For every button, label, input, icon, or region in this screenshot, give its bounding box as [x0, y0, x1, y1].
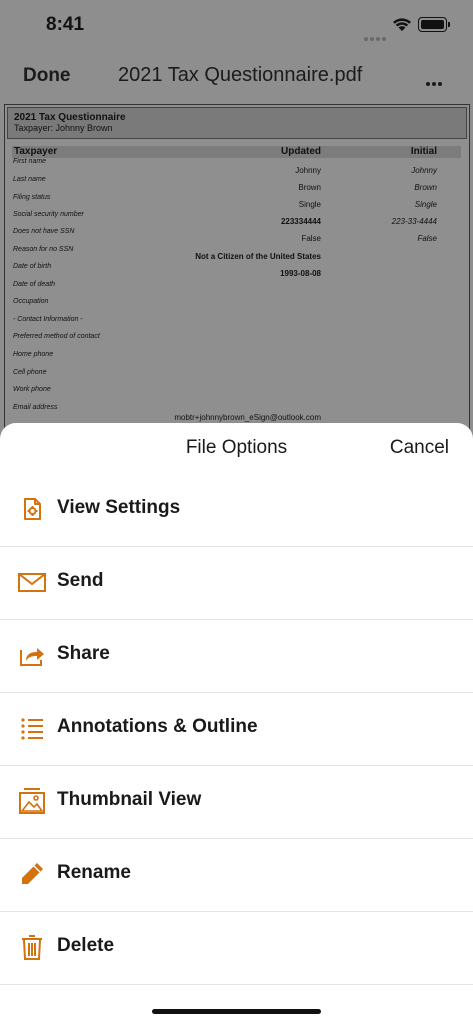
- option-label: Delete: [57, 935, 115, 956]
- row-label: - Contact Information -: [13, 316, 83, 323]
- pdf-row: Reason for no SSN Not a Citizen of the U…: [5, 246, 469, 262]
- option-label: Rename: [57, 862, 131, 883]
- envelope-icon: [18, 573, 46, 592]
- row-label: Work phone: [13, 386, 51, 393]
- pdf-row: Date of death: [5, 281, 469, 297]
- row-label: Filing status: [13, 194, 51, 201]
- image-icon: [19, 788, 45, 814]
- pdf-title: 2021 Tax Questionnaire: [14, 112, 126, 123]
- row-initial-value: Johnny: [411, 166, 437, 175]
- pdf-row: Email address mobtr+johnnybrown_eSign@ou…: [5, 404, 469, 422]
- pdf-subtitle: Taxpayer: Johnny Brown: [14, 123, 113, 133]
- row-updated-value: 223334444: [280, 217, 321, 226]
- row-label: Home phone: [13, 351, 54, 358]
- row-initial-value: Single: [414, 200, 437, 209]
- row-updated-value: Johnny: [295, 166, 321, 175]
- option-label: Share: [57, 643, 110, 664]
- row-label: Last name: [13, 176, 46, 183]
- more-options-icon[interactable]: [426, 73, 444, 91]
- column-header-taxpayer: Taxpayer: [14, 146, 58, 157]
- file-options-sheet: File Options Cancel View Settings Send S…: [0, 423, 473, 1024]
- row-label: Reason for no SSN: [13, 246, 74, 253]
- row-label: Preferred method of contact: [13, 333, 100, 340]
- row-updated-value: False: [301, 234, 321, 243]
- cancel-button[interactable]: Cancel: [390, 437, 449, 459]
- pdf-row: Work phone: [5, 386, 469, 402]
- column-header-updated: Updated: [281, 146, 321, 157]
- column-header-initial: Initial: [410, 146, 437, 157]
- row-initial-value: 223-33-4444: [391, 217, 437, 226]
- pdf-row: Social security number 223334444 223-33-…: [5, 211, 469, 227]
- option-label: Send: [57, 570, 104, 591]
- row-label: Cell phone: [13, 369, 47, 376]
- pdf-row: Does not have SSN False False: [5, 228, 469, 244]
- trash-icon: [22, 935, 42, 960]
- document-title: 2021 Tax Questionnaire.pdf: [118, 64, 363, 86]
- option-label: View Settings: [57, 497, 181, 518]
- pdf-row: Home phone: [5, 351, 469, 367]
- row-updated-value: 1993-08-08: [280, 269, 321, 278]
- row-label: First name: [13, 158, 47, 165]
- pdf-row: Cell phone: [5, 369, 469, 385]
- list-icon: [21, 718, 43, 740]
- option-annotations-outline[interactable]: Annotations & Outline: [0, 692, 473, 766]
- row-initial-value: False: [417, 234, 437, 243]
- home-indicator[interactable]: [152, 1009, 321, 1014]
- row-updated-value: Not a Citizen of the United States: [195, 252, 321, 261]
- row-updated-value: mobtr+johnnybrown_eSign@outlook.com: [174, 413, 321, 422]
- pdf-header: 2021 Tax Questionnaire Taxpayer: Johnny …: [7, 107, 467, 139]
- status-time: 8:41: [46, 14, 85, 35]
- pdf-row: Last name Brown Brown: [5, 176, 469, 192]
- pencil-icon: [22, 863, 43, 884]
- row-initial-value: Brown: [414, 183, 437, 192]
- pdf-row: - Contact Information -: [5, 316, 469, 332]
- row-updated-value: Brown: [298, 183, 321, 192]
- pdf-row: First name Johnny Johnny: [5, 158, 469, 175]
- status-bar: 8:41: [0, 0, 473, 52]
- pdf-row: Preferred method of contact: [5, 333, 469, 349]
- option-view-settings[interactable]: View Settings: [0, 473, 473, 547]
- pdf-row: Filing status Single Single: [5, 194, 469, 210]
- pdf-page-preview: 2021 Tax Questionnaire Taxpayer: Johnny …: [4, 104, 470, 446]
- battery-icon: [418, 17, 450, 32]
- row-label: Does not have SSN: [13, 228, 75, 235]
- pdf-row: Date of birth 1993-08-08: [5, 263, 469, 279]
- option-delete[interactable]: Delete: [0, 911, 473, 985]
- option-thumbnail-view[interactable]: Thumbnail View: [0, 765, 473, 839]
- row-updated-value: Single: [298, 200, 321, 209]
- option-label: Annotations & Outline: [57, 716, 258, 737]
- pdf-table-header: Taxpayer Updated Initial: [12, 146, 461, 158]
- option-label: Thumbnail View: [57, 789, 202, 810]
- cellular-signal-icon: [364, 28, 388, 46]
- row-label: Social security number: [13, 211, 84, 218]
- row-label: Email address: [13, 404, 58, 411]
- done-button[interactable]: Done: [23, 65, 71, 87]
- row-label: Occupation: [13, 298, 49, 305]
- pdf-row: Occupation: [5, 298, 469, 314]
- option-share[interactable]: Share: [0, 619, 473, 693]
- option-send[interactable]: Send: [0, 546, 473, 620]
- option-rename[interactable]: Rename: [0, 838, 473, 912]
- document-gear-icon: [24, 498, 41, 520]
- share-arrow-icon: [20, 648, 44, 666]
- row-label: Date of birth: [13, 263, 52, 270]
- wifi-icon: [393, 18, 411, 31]
- row-label: Date of death: [13, 281, 56, 288]
